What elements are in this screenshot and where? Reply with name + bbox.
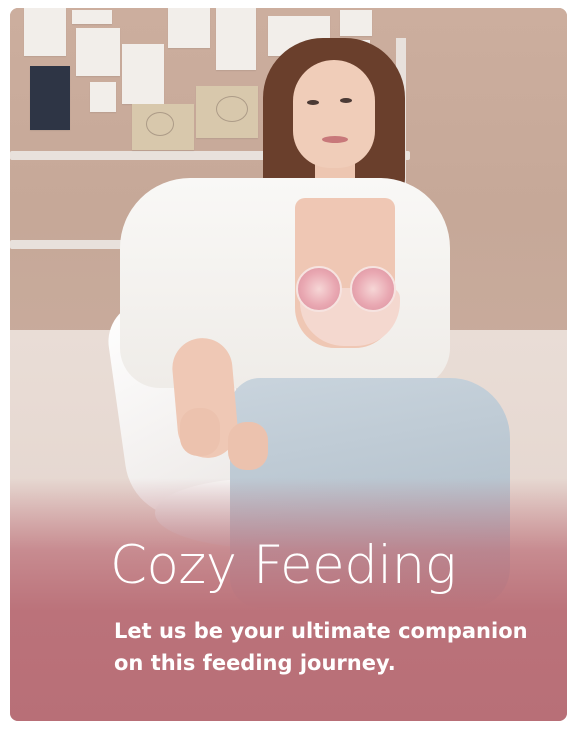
model-shirt bbox=[120, 178, 450, 388]
pinned-note bbox=[72, 10, 112, 24]
model-face bbox=[293, 60, 375, 168]
pinned-sketch bbox=[216, 8, 256, 70]
wearable-pump-left bbox=[296, 266, 342, 312]
model-lips bbox=[322, 136, 348, 143]
text-overlay-gradient bbox=[10, 478, 567, 721]
model-eye bbox=[340, 98, 352, 103]
model-hand bbox=[228, 422, 268, 470]
pinned-photo bbox=[340, 10, 372, 36]
banner-subtext: Let us be your ultimate companion on thi… bbox=[114, 615, 544, 679]
sketch-drawing bbox=[146, 112, 174, 136]
pinned-sketch bbox=[24, 8, 66, 56]
pinned-note bbox=[90, 82, 116, 112]
model-hand bbox=[180, 408, 220, 456]
wearable-pump-right bbox=[350, 266, 396, 312]
model-eye bbox=[307, 100, 319, 105]
pinned-sheet bbox=[122, 44, 164, 104]
product-banner-card[interactable]: Cozy Feeding Let us be your ultimate com… bbox=[10, 8, 567, 721]
pinned-sheet bbox=[168, 8, 210, 48]
pinned-photo bbox=[30, 66, 70, 130]
banner-subtext-line1: Let us be your ultimate companion bbox=[114, 619, 528, 643]
banner-headline: Cozy Feeding bbox=[110, 535, 457, 596]
banner-subtext-line2: on this feeding journey. bbox=[114, 651, 396, 675]
sketch-drawing bbox=[216, 96, 248, 122]
pinned-sketch bbox=[76, 28, 120, 76]
